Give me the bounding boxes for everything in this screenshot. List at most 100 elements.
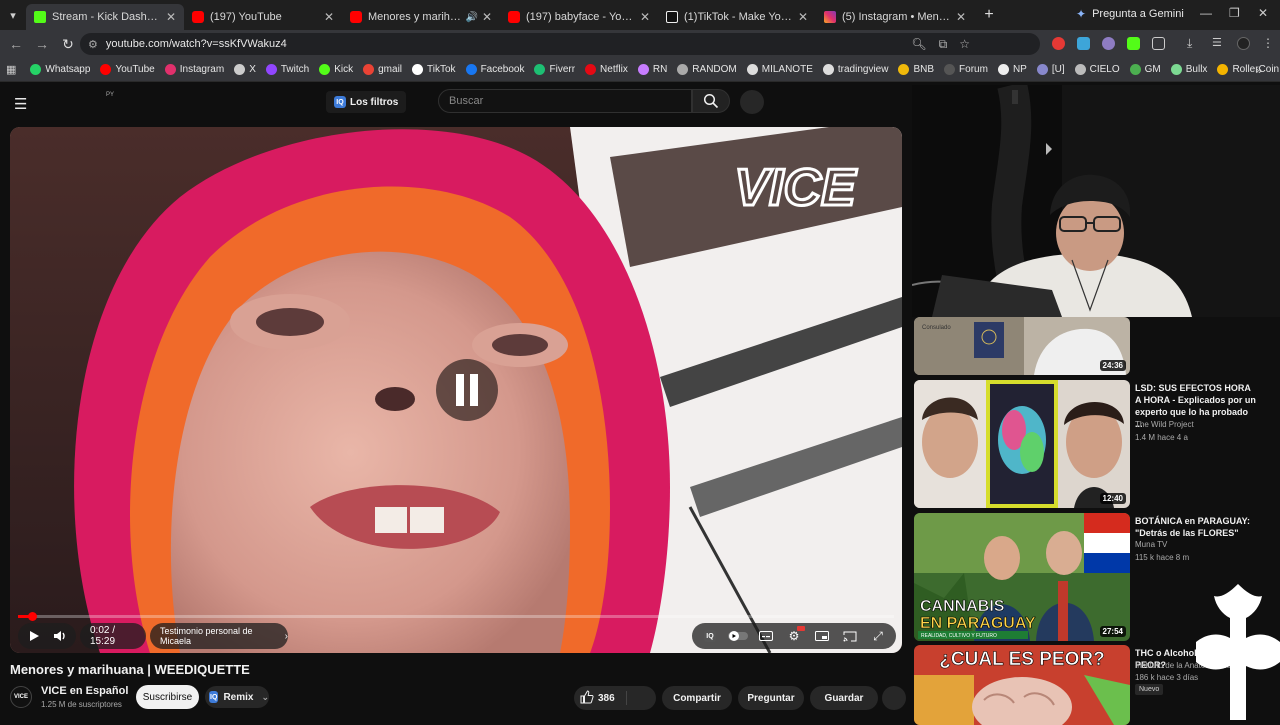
gemini-button[interactable]: ✦ Pregunta a Gemini: [1076, 4, 1184, 24]
menu-hamburger-icon[interactable]: ☰: [14, 95, 27, 113]
bookmark-instagram[interactable]: Instagram: [164, 64, 224, 75]
zoom-icon[interactable]: 🔍︎: [911, 37, 926, 51]
kick-extension-icon[interactable]: [1127, 37, 1140, 50]
bookmark-bullx[interactable]: Bullx: [1170, 64, 1207, 75]
fullscreen-icon[interactable]: ⤢: [866, 625, 890, 647]
recommended-video[interactable]: 12:40 LSD: SUS EFECTOS HORA A HORA - Exp…: [912, 380, 1280, 508]
reading-list-icon[interactable]: ☰: [1212, 37, 1225, 50]
address-bar[interactable]: ⚙ youtube.com/watch?v=ssKfVWakuz4 🔍︎ ⧉ ☆: [80, 33, 1040, 55]
bookmark-bnb[interactable]: BNB: [898, 64, 934, 75]
scrubber-handle[interactable]: [28, 612, 37, 621]
channel-avatar[interactable]: VICE: [10, 686, 32, 708]
record-extension-icon[interactable]: [1052, 37, 1065, 50]
browser-menu-icon[interactable]: ⋮: [1262, 37, 1275, 50]
bookmark-forum[interactable]: Forum: [944, 64, 988, 75]
video-thumbnail[interactable]: Consulado 24:36: [914, 317, 1130, 375]
video-thumbnail[interactable]: 12:40: [914, 380, 1130, 508]
close-tab-icon[interactable]: ✕: [640, 10, 650, 24]
bookmark-gmail[interactable]: gmail: [363, 64, 402, 75]
filters-button[interactable]: IQ Los filtros: [326, 91, 407, 113]
extensions-puzzle-icon[interactable]: [1152, 37, 1165, 50]
browser-tab-instagram[interactable]: (5) Instagram • Mensajes ✕: [816, 4, 974, 30]
bookmark-x[interactable]: X: [234, 64, 256, 75]
browser-tab-youtube[interactable]: (197) YouTube ✕: [184, 4, 342, 30]
channel-name[interactable]: VICE en Español: [41, 685, 128, 697]
video-player[interactable]: VICE 0:02 / 15:29 Testimonio personal de…: [10, 127, 902, 653]
close-tab-icon[interactable]: ✕: [166, 10, 176, 24]
forward-arrow-icon[interactable]: →: [30, 32, 54, 56]
bookmark-fiverr[interactable]: Fiverr: [534, 64, 575, 75]
browser-tab-babyface[interactable]: (197) babyface - YouTube ✕: [500, 4, 658, 30]
pause-overlay-button[interactable]: [436, 359, 498, 421]
ask-button[interactable]: Preguntar: [738, 686, 804, 710]
extension-icon[interactable]: [1077, 37, 1090, 50]
video-channel[interactable]: Muna TV: [1135, 540, 1167, 549]
bookmark-np[interactable]: NP: [997, 64, 1027, 75]
play-icon[interactable]: [22, 625, 46, 647]
bookmark-tradingview[interactable]: tradingview: [822, 64, 888, 75]
new-tab-button[interactable]: +: [978, 4, 1000, 26]
bookmark-twitch[interactable]: Twitch: [265, 64, 309, 75]
remix-button[interactable]: IQ Remix ⌄: [205, 686, 269, 708]
video-channel[interactable]: The Wild Project: [1135, 420, 1194, 429]
like-button[interactable]: [580, 689, 594, 707]
install-app-icon[interactable]: ⧉: [939, 37, 948, 52]
bookmark-cielo[interactable]: CIELO: [1074, 64, 1120, 75]
bookmark-random[interactable]: RANDOM: [677, 64, 737, 75]
cast-icon[interactable]: [838, 625, 862, 647]
video-title-link[interactable]: BOTÁNICA en PARAGUAY: "Detrás de las FLO…: [1135, 515, 1257, 539]
close-tab-icon[interactable]: ✕: [956, 10, 966, 24]
gemini-sparkle-icon: ✦: [1076, 7, 1087, 21]
bookmark-milanote[interactable]: MILANOTE: [746, 64, 813, 75]
save-button[interactable]: Guardar: [810, 686, 878, 710]
bookmark-gm[interactable]: GM: [1129, 64, 1161, 75]
minimize-icon[interactable]: —: [1200, 6, 1212, 20]
bookmark-netflix[interactable]: Netflix: [585, 64, 628, 75]
volume-icon[interactable]: [48, 625, 72, 647]
share-button[interactable]: Compartir: [662, 686, 732, 710]
bookmark-facebook[interactable]: Facebook: [465, 64, 524, 75]
search-button[interactable]: [692, 89, 730, 113]
bookmark-whatsapp[interactable]: Whatsapp: [30, 64, 90, 75]
bookmark-youtube[interactable]: YouTube: [100, 64, 155, 75]
autoplay-toggle[interactable]: [726, 625, 750, 647]
bookmark-kick[interactable]: Kick: [319, 64, 353, 75]
profile-avatar-icon[interactable]: [1237, 37, 1250, 50]
dislike-button[interactable]: [634, 691, 648, 705]
video-thumbnail[interactable]: CANNABIS EN PARAGUAY REALIDAD, CULTIVO Y…: [914, 513, 1130, 641]
video-thumbnail[interactable]: ¿CUAL ES PEOR?: [914, 645, 1130, 725]
progress-bar[interactable]: [18, 612, 894, 621]
close-tab-icon[interactable]: ✕: [798, 10, 808, 24]
browser-tab-current-video[interactable]: Menores y marihuana | WE 🔊 ✕: [342, 4, 500, 30]
download-icon[interactable]: ⤓: [1187, 37, 1200, 50]
close-tab-icon[interactable]: ✕: [324, 10, 334, 24]
chapter-button[interactable]: Testimonio personal de Micaela ›: [150, 623, 288, 649]
bookmark-star-icon[interactable]: ☆: [959, 37, 970, 51]
apps-grid-icon[interactable]: ▦: [6, 63, 16, 76]
search-input[interactable]: Buscar: [438, 89, 692, 113]
settings-gear-icon[interactable]: ⚙: [782, 625, 806, 647]
more-bookmarks-icon[interactable]: »: [1255, 63, 1262, 77]
close-tab-icon[interactable]: ✕: [482, 10, 492, 24]
bookmark-tiktok[interactable]: TikTok: [412, 64, 456, 75]
subscribe-button[interactable]: Suscribirse: [136, 685, 199, 709]
site-info-icon[interactable]: ⚙: [88, 38, 98, 51]
tab-search-chevron-icon[interactable]: ▾: [0, 0, 26, 30]
back-arrow-icon[interactable]: ←: [4, 32, 28, 56]
restore-icon[interactable]: ❐: [1229, 6, 1240, 20]
iq-player-icon[interactable]: IQ: [698, 625, 722, 647]
bookmark-u[interactable]: [U]: [1036, 64, 1065, 75]
voice-search-button[interactable]: [740, 90, 764, 114]
bookmark-rollercoin[interactable]: RollerCoin: [1217, 64, 1279, 75]
browser-tab-tiktok[interactable]: (1)TikTok - Make Your Day ✕: [658, 4, 816, 30]
recommended-video[interactable]: Consulado 24:36: [912, 317, 1280, 375]
close-window-icon[interactable]: ✕: [1258, 6, 1268, 20]
reload-icon[interactable]: ↻: [56, 32, 80, 56]
speaker-icon[interactable]: 🔊: [465, 12, 477, 23]
extension-icon[interactable]: [1102, 37, 1115, 50]
more-actions-button[interactable]: [882, 686, 906, 710]
miniplayer-icon[interactable]: [810, 625, 834, 647]
subtitles-icon[interactable]: [754, 625, 778, 647]
bookmark-rn[interactable]: RN: [637, 64, 667, 75]
browser-tab-kick[interactable]: Stream - Kick Dashboard ✕: [26, 4, 184, 30]
